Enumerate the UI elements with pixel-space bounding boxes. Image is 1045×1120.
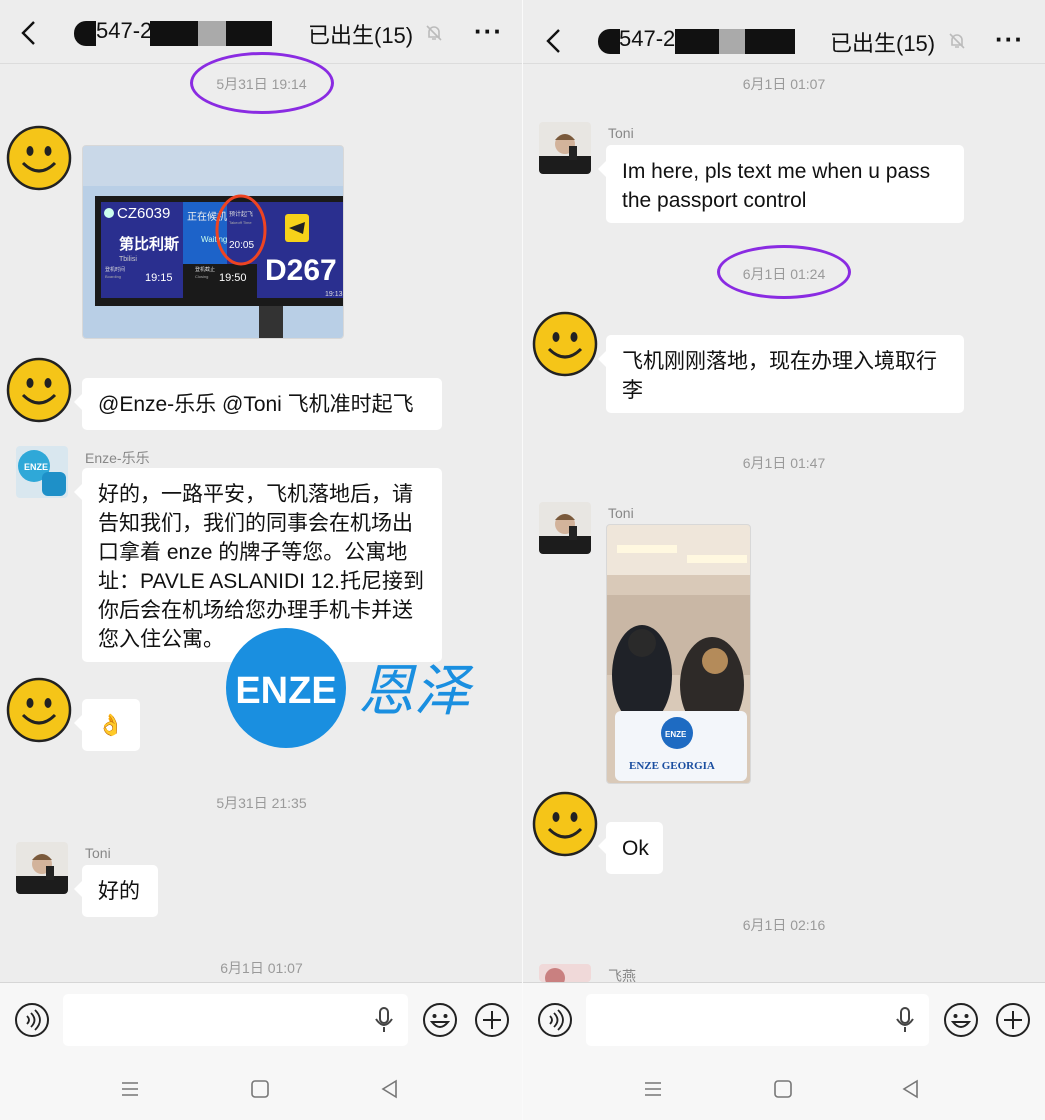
menu-nav-icon[interactable] [642,1078,664,1100]
add-attachment-icon[interactable] [995,1002,1031,1038]
departure-board-photo[interactable]: CZ6039 第比利斯 Tbilisi 正在候机 Waiting 预计起飞 Ta… [82,145,344,339]
redacted-block [719,29,745,54]
mute-bell-icon [426,25,442,41]
enze-watermark-logo: ENZE 恩泽 [226,628,488,748]
svg-text:19:15: 19:15 [145,272,173,284]
svg-text:预计起飞: 预计起飞 [229,210,253,218]
emoji-message-bubble[interactable]: 👌 [74,699,140,751]
highlight-circle [717,245,851,299]
svg-text:19:13: 19:13 [325,291,343,298]
chat-id: 547-2 [619,26,676,51]
message-bubble[interactable]: 飞机刚刚落地，现在办理入境取行李 [598,335,964,413]
svg-text:ENZE: ENZE [665,730,687,739]
sender-name: Toni [608,505,634,521]
svg-text:第比利斯: 第比利斯 [119,235,179,253]
timestamp: 6月1日 02:16 [742,917,826,933]
redacted-block [150,21,198,46]
sender-name: Toni [85,845,111,861]
voice-mode-icon[interactable] [14,1002,50,1038]
gate-number: D267 [265,254,337,287]
airport-sign-photo[interactable]: ENZE ENZE GEORGIA [606,524,751,784]
timestamp: 6月1日 01:47 [742,455,826,471]
back-nav-icon[interactable] [900,1078,922,1100]
emoji-icon[interactable] [422,1002,458,1038]
smiley-avatar-icon[interactable] [532,311,598,377]
smiley-avatar-icon[interactable] [6,125,72,191]
svg-text:登机截止: 登机截止 [195,266,215,273]
toni-avatar[interactable] [539,502,591,554]
enze-avatar[interactable]: ENZE [16,446,68,498]
smiley-avatar-icon[interactable] [6,677,72,743]
redacted-block [74,21,96,46]
timestamp: 5月31日 19:14 [0,52,523,114]
system-nav-bar [0,1058,523,1120]
toni-avatar[interactable] [539,122,591,174]
timestamp: 6月1日 01:24 [523,245,1045,299]
message-input[interactable] [63,994,408,1046]
redacted-block [598,29,620,54]
system-nav-bar [523,1058,1045,1120]
back-arrow-icon[interactable] [18,20,40,46]
redacted-block [675,29,719,54]
svg-text:Tbilisi: Tbilisi [119,256,137,263]
smiley-avatar-icon[interactable] [6,357,72,423]
right-chat-panel: 547-2 已出生(15) ··· 6月1日 01:07 Toni Im her… [523,0,1045,1120]
highlight-circle [189,52,334,114]
back-arrow-icon[interactable] [543,28,565,54]
svg-text:Closing: Closing [195,274,208,279]
voice-mode-icon[interactable] [537,1002,573,1038]
back-nav-icon[interactable] [379,1078,401,1100]
timestamp: 5月31日 21:35 [216,795,307,811]
more-options-button[interactable]: ··· [995,24,1024,55]
chat-header: 547-2 已出生(15) ··· [523,0,1045,64]
message-bubble[interactable]: Im here, pls text me when u pass the pas… [598,145,964,223]
chat-id: 547-2 [96,18,153,43]
svg-text:登机时间: 登机时间 [105,266,125,273]
microphone-icon[interactable] [895,1006,915,1034]
svg-text:Takeoff Time: Takeoff Time [229,220,252,225]
group-name: 已出生(15) [830,31,936,56]
toni-avatar[interactable] [16,842,68,894]
sender-name: Enze-乐乐 [85,450,150,466]
smiley-avatar-icon[interactable] [532,791,598,857]
microphone-icon[interactable] [374,1006,394,1034]
group-name: 已出生(15) [308,23,414,48]
redacted-block [745,29,795,54]
sender-name: Toni [608,125,634,141]
more-options-button[interactable]: ··· [474,16,503,47]
message-bubble[interactable]: @Enze-乐乐 @Toni 飞机准时起飞 [74,378,442,430]
flight-number: CZ6039 [117,205,170,222]
svg-text:20:05: 20:05 [229,240,254,251]
svg-text:ENZE: ENZE [235,670,336,712]
home-nav-icon[interactable] [772,1078,794,1100]
home-nav-icon[interactable] [249,1078,271,1100]
svg-text:ENZE GEORGIA: ENZE GEORGIA [629,760,715,772]
svg-text:Waiting: Waiting [201,235,227,244]
mute-bell-icon [949,33,965,49]
message-bubble[interactable]: Ok [598,822,663,874]
left-chat-panel: 547-2 已出生(15) ··· 5月31日 19:14 CZ6039 第比利… [0,0,523,1120]
feiyan-avatar[interactable] [539,964,591,982]
timestamp: 6月1日 01:07 [220,960,303,976]
svg-text:19:50: 19:50 [219,272,247,284]
timestamp: 6月1日 01:07 [742,76,826,92]
svg-text:恩泽: 恩泽 [358,659,474,724]
add-attachment-icon[interactable] [474,1002,510,1038]
redacted-block [226,21,272,46]
message-bubble[interactable]: 好的 [74,865,158,917]
svg-text:Boarding: Boarding [105,274,121,279]
menu-nav-icon[interactable] [119,1078,141,1100]
svg-text:ENZE: ENZE [24,462,48,472]
message-input[interactable] [586,994,929,1046]
emoji-icon[interactable] [943,1002,979,1038]
redacted-block [198,21,226,46]
input-bar [0,982,523,1058]
input-bar [523,982,1045,1058]
